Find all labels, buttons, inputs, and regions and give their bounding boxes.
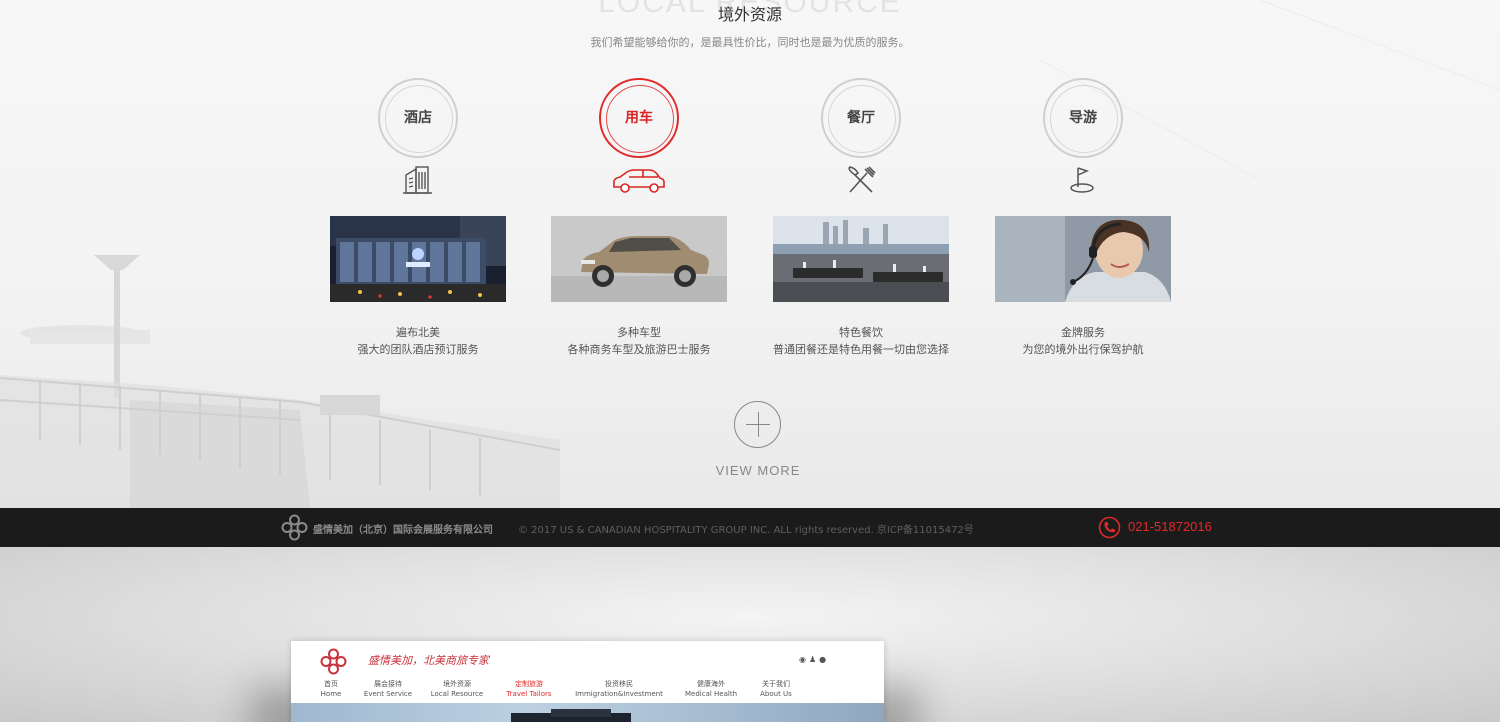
nav-label-cn: 首页 — [324, 680, 338, 688]
local-resource-section: LOCAL RESOURCE 境外资源 我们希望能够给你的，是最具性价比，同时也… — [0, 0, 1500, 508]
nav-label-en: Immigration&Investment — [575, 690, 663, 698]
fork-knife-icon — [848, 166, 876, 193]
nav-label-en: About Us — [760, 690, 792, 698]
section-title: 境外资源 — [717, 5, 782, 24]
nav-label-cn: 健康海外 — [697, 680, 725, 688]
mockup-nav-medical-health[interactable]: 健康海外 Medical Health — [681, 679, 741, 699]
view-more-link[interactable]: VIEW MORE — [690, 463, 826, 478]
guide-circle[interactable]: 导游 — [1043, 78, 1123, 158]
guide-label: 导游 — [1069, 110, 1097, 126]
nav-label-en: Medical Health — [684, 690, 738, 698]
car-caption-title: 多种车型 — [617, 326, 661, 339]
hotel-caption-title: 遍布北美 — [396, 326, 440, 339]
guide-caption-desc: 为您的境外出行保驾护航 — [1022, 343, 1144, 356]
restaurant-circle[interactable]: 餐厅 — [821, 78, 901, 158]
footer-company-name: 盛情美加（北京）国际会展服务有限公司 — [313, 525, 493, 536]
phone-icon — [1098, 516, 1121, 539]
footer-phone-number[interactable]: 021-51872016 — [1128, 519, 1212, 534]
mockup-hero-banner — [291, 703, 884, 722]
nav-label-cn: 定制旅游 — [515, 680, 543, 688]
wechat-icon[interactable]: ● — [819, 655, 829, 664]
mockup-nav-local-resource[interactable]: 境外资源 Local Resource — [427, 679, 487, 699]
car-label: 用车 — [625, 110, 653, 126]
mockup-browser-page: 盛情美加，北美商旅专家 ◉♟● 首页 Home 展会接待 Event Servi… — [291, 641, 884, 722]
car-photo[interactable] — [551, 216, 727, 302]
restaurant-caption-title: 特色餐饮 — [839, 326, 883, 339]
guide-caption-title: 金牌服务 — [1061, 326, 1105, 339]
nav-label-en: Home — [320, 690, 342, 698]
hotel-label: 酒店 — [404, 110, 432, 126]
hotel-caption-desc: 强大的团队酒店预订服务 — [357, 343, 479, 356]
car-icon — [613, 169, 665, 193]
mockup-nav-about-us[interactable]: 关于我们 About Us — [755, 679, 797, 699]
mockup-social-icons: ◉♟● — [799, 655, 829, 664]
nav-label-en: Event Service — [363, 690, 413, 698]
nav-label-en: Local Resource — [430, 690, 484, 698]
mockup-logo-icon — [320, 648, 347, 675]
car-circle[interactable]: 用车 — [599, 78, 679, 158]
restaurant-photo[interactable] — [773, 216, 949, 302]
restaurant-caption-desc: 普通团餐还是特色用餐一切由您选择 — [773, 343, 949, 356]
nav-label-cn: 境外资源 — [443, 680, 471, 688]
mockup-nav-home[interactable]: 首页 Home — [313, 679, 349, 699]
guide-flag-icon — [1070, 167, 1094, 193]
company-logo-icon — [281, 514, 308, 541]
mockup-nav-event-service[interactable]: 展会接待 Event Service — [361, 679, 415, 699]
footer-copyright: © 2017 US & CANADIAN HOSPITALITY GROUP I… — [518, 525, 974, 536]
nav-label-cn: 展会接待 — [374, 680, 402, 688]
mockup-nav-immigration[interactable]: 投资移民 Immigration&Investment — [571, 679, 667, 699]
hotel-circle[interactable]: 酒店 — [378, 78, 458, 158]
guide-photo[interactable] — [995, 216, 1171, 302]
building-icon — [403, 166, 432, 194]
restaurant-label: 餐厅 — [847, 110, 875, 126]
weibo-icon[interactable]: ◉ — [799, 655, 809, 664]
view-more-plus-button[interactable] — [734, 401, 781, 448]
qq-icon[interactable]: ♟ — [809, 655, 819, 664]
website-mockup-showcase: 盛情美加，北美商旅专家 ◉♟● 首页 Home 展会接待 Event Servi… — [0, 547, 1500, 722]
hotel-photo[interactable] — [330, 216, 506, 302]
footer-bar: 盛情美加（北京）国际会展服务有限公司 © 2017 US & CANADIAN … — [0, 508, 1500, 547]
nav-label-en: Travel Tailors — [506, 690, 552, 698]
car-caption-desc: 各种商务车型及旅游巴士服务 — [567, 343, 711, 356]
mockup-nav-travel-tailors[interactable]: 定制旅游 Travel Tailors — [501, 679, 557, 699]
nav-label-cn: 关于我们 — [762, 680, 790, 688]
section-subtitle: 我们希望能够给你的，是最具性价比，同时也是最为优质的服务。 — [590, 36, 910, 49]
nav-label-cn: 投资移民 — [605, 680, 633, 688]
mockup-slogan: 盛情美加，北美商旅专家 — [368, 654, 489, 667]
